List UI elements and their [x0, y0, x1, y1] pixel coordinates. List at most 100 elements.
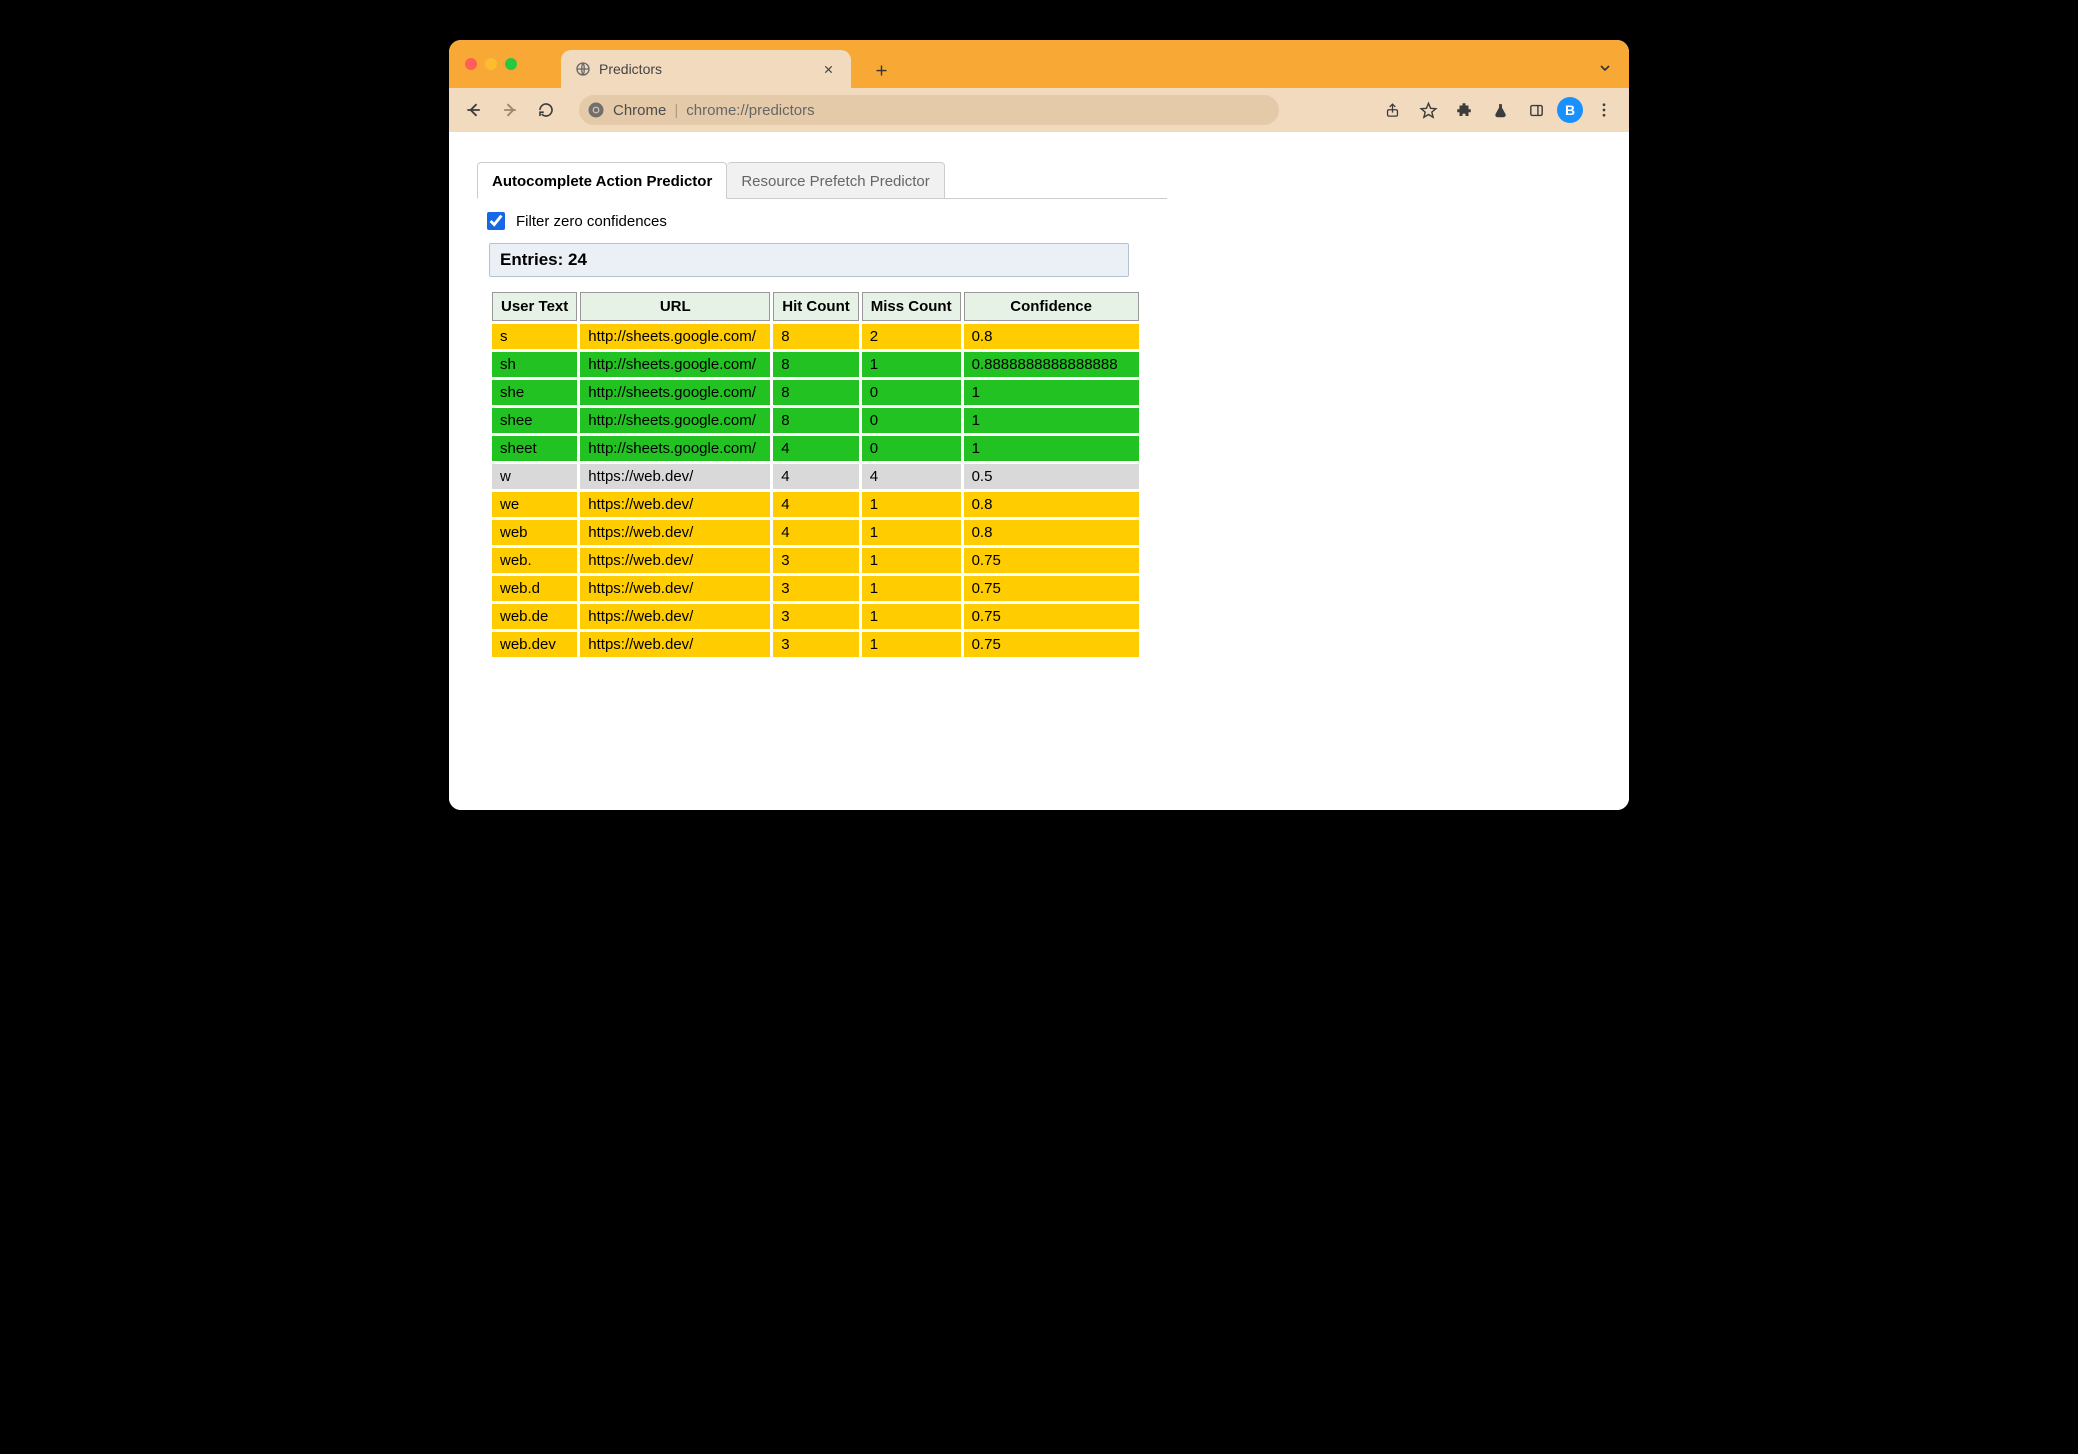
table-row: web.https://web.dev/310.75	[492, 548, 1139, 573]
back-button[interactable]	[459, 95, 489, 125]
reload-button[interactable]	[531, 95, 561, 125]
cell-hit: 8	[773, 352, 858, 377]
table-row: whttps://web.dev/440.5	[492, 464, 1139, 489]
address-bar[interactable]: Chrome | chrome://predictors	[579, 95, 1279, 125]
cell-user-text: sh	[492, 352, 577, 377]
cell-miss: 1	[862, 604, 961, 629]
col-confidence[interactable]: Confidence	[964, 292, 1139, 321]
toolbar: Chrome | chrome://predictors B	[449, 88, 1629, 132]
cell-url: http://sheets.google.com/	[580, 352, 770, 377]
cell-user-text: w	[492, 464, 577, 489]
profile-avatar[interactable]: B	[1557, 97, 1583, 123]
cell-user-text: sheet	[492, 436, 577, 461]
window-controls	[465, 58, 517, 70]
bookmark-button[interactable]	[1413, 95, 1443, 125]
col-user-text[interactable]: User Text	[492, 292, 577, 321]
cell-conf: 0.8	[964, 520, 1139, 545]
extensions-button[interactable]	[1449, 95, 1479, 125]
table-header-row: User Text URL Hit Count Miss Count Confi…	[492, 292, 1139, 321]
page-tabs: Autocomplete Action Predictor Resource P…	[477, 162, 1167, 199]
col-hit-count[interactable]: Hit Count	[773, 292, 858, 321]
cell-conf: 0.5	[964, 464, 1139, 489]
close-window-button[interactable]	[465, 58, 477, 70]
cell-hit: 3	[773, 632, 858, 657]
cell-user-text: we	[492, 492, 577, 517]
cell-user-text: shee	[492, 408, 577, 433]
filter-zero-confidences-checkbox[interactable]	[487, 212, 505, 230]
cell-url: http://sheets.google.com/	[580, 408, 770, 433]
table-row: webhttps://web.dev/410.8	[492, 520, 1139, 545]
cell-hit: 8	[773, 324, 858, 349]
cell-miss: 1	[862, 520, 961, 545]
cell-hit: 8	[773, 380, 858, 405]
cell-url: http://sheets.google.com/	[580, 380, 770, 405]
filter-zero-confidences-label[interactable]: Filter zero confidences	[516, 213, 667, 230]
address-url: chrome://predictors	[686, 102, 814, 119]
cell-miss: 0	[862, 436, 961, 461]
browser-window: Predictors	[449, 40, 1629, 810]
tab-resource-prefetch-predictor[interactable]: Resource Prefetch Predictor	[727, 162, 944, 199]
cell-user-text: web	[492, 520, 577, 545]
table-row: sheethttp://sheets.google.com/401	[492, 436, 1139, 461]
page-content: Autocomplete Action Predictor Resource P…	[449, 132, 1629, 810]
cell-miss: 1	[862, 576, 961, 601]
new-tab-button[interactable]	[867, 56, 895, 84]
cell-hit: 3	[773, 576, 858, 601]
cell-hit: 3	[773, 548, 858, 573]
cell-url: http://sheets.google.com/	[580, 436, 770, 461]
table-row: web.dehttps://web.dev/310.75	[492, 604, 1139, 629]
address-prefix: Chrome	[613, 102, 666, 119]
tab-autocomplete-action-predictor[interactable]: Autocomplete Action Predictor	[477, 162, 727, 199]
cell-hit: 8	[773, 408, 858, 433]
cell-miss: 1	[862, 492, 961, 517]
cell-conf: 0.75	[964, 604, 1139, 629]
cell-url: https://web.dev/	[580, 464, 770, 489]
cell-user-text: web.	[492, 548, 577, 573]
cell-url: https://web.dev/	[580, 632, 770, 657]
cell-url: http://sheets.google.com/	[580, 324, 770, 349]
cell-hit: 4	[773, 436, 858, 461]
cell-miss: 0	[862, 380, 961, 405]
forward-button[interactable]	[495, 95, 525, 125]
cell-miss: 0	[862, 408, 961, 433]
cell-user-text: she	[492, 380, 577, 405]
globe-icon	[575, 61, 591, 77]
table-row: web.devhttps://web.dev/310.75	[492, 632, 1139, 657]
menu-button[interactable]	[1589, 95, 1619, 125]
cell-user-text: s	[492, 324, 577, 349]
cell-hit: 4	[773, 492, 858, 517]
entry-count: Entries: 24	[489, 243, 1129, 277]
tab-overflow-button[interactable]	[1593, 56, 1617, 80]
cell-url: https://web.dev/	[580, 520, 770, 545]
avatar-letter: B	[1565, 102, 1575, 118]
fullscreen-window-button[interactable]	[505, 58, 517, 70]
share-button[interactable]	[1377, 95, 1407, 125]
cell-miss: 4	[862, 464, 961, 489]
cell-user-text: web.de	[492, 604, 577, 629]
labs-button[interactable]	[1485, 95, 1515, 125]
tab-title: Predictors	[599, 61, 662, 77]
close-tab-button[interactable]	[819, 60, 837, 78]
cell-user-text: web.d	[492, 576, 577, 601]
minimize-window-button[interactable]	[485, 58, 497, 70]
table-row: shttp://sheets.google.com/820.8	[492, 324, 1139, 349]
table-row: wehttps://web.dev/410.8	[492, 492, 1139, 517]
col-url[interactable]: URL	[580, 292, 770, 321]
cell-miss: 2	[862, 324, 961, 349]
browser-tab[interactable]: Predictors	[561, 50, 851, 88]
cell-conf: 0.8	[964, 324, 1139, 349]
cell-hit: 4	[773, 520, 858, 545]
cell-hit: 3	[773, 604, 858, 629]
table-row: sheehttp://sheets.google.com/801	[492, 408, 1139, 433]
cell-url: https://web.dev/	[580, 548, 770, 573]
cell-miss: 1	[862, 632, 961, 657]
address-separator: |	[674, 102, 678, 119]
cell-conf: 1	[964, 408, 1139, 433]
cell-conf: 0.8888888888888888	[964, 352, 1139, 377]
cell-conf: 0.8	[964, 492, 1139, 517]
table-row: shhttp://sheets.google.com/810.888888888…	[492, 352, 1139, 377]
cell-conf: 0.75	[964, 576, 1139, 601]
side-panel-button[interactable]	[1521, 95, 1551, 125]
cell-url: https://web.dev/	[580, 492, 770, 517]
col-miss-count[interactable]: Miss Count	[862, 292, 961, 321]
